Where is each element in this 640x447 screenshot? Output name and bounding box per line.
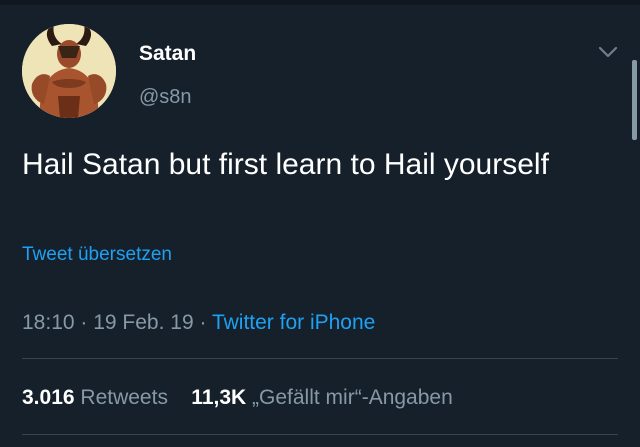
- tweet-source-link[interactable]: Twitter for iPhone: [212, 311, 375, 334]
- meta-separator: ·: [74, 311, 94, 334]
- avatar-image: [22, 24, 116, 118]
- tweet-stats: 3.016 Retweets 11,3K „Gefällt mir“-Angab…: [22, 386, 453, 410]
- display-name[interactable]: Satan: [139, 42, 196, 66]
- likes-stat[interactable]: 11,3K „Gefällt mir“-Angaben: [191, 386, 452, 409]
- tweet-text: Hail Satan but first learn to Hail yours…: [22, 148, 549, 181]
- divider: [22, 434, 618, 435]
- tweet-date: 19 Feb. 19: [93, 311, 194, 334]
- translate-tweet-link[interactable]: Tweet übersetzen: [22, 244, 172, 266]
- likes-label: „Gefällt mir“-Angaben: [252, 386, 453, 409]
- divider: [22, 358, 618, 359]
- chevron-down-icon[interactable]: [597, 44, 619, 60]
- tweet-metadata: 18:10 · 19 Feb. 19 · Twitter for iPhone: [22, 311, 375, 335]
- tweet-time: 18:10: [22, 311, 75, 334]
- retweets-label: Retweets: [80, 386, 168, 409]
- user-handle[interactable]: @s8n: [139, 86, 192, 109]
- scrollbar[interactable]: [632, 60, 637, 140]
- meta-separator: ·: [193, 311, 212, 334]
- top-divider: [0, 0, 640, 5]
- retweets-count: 3.016: [22, 386, 75, 409]
- retweets-stat[interactable]: 3.016 Retweets: [22, 386, 168, 409]
- likes-count: 11,3K: [191, 386, 247, 409]
- avatar[interactable]: [22, 24, 116, 118]
